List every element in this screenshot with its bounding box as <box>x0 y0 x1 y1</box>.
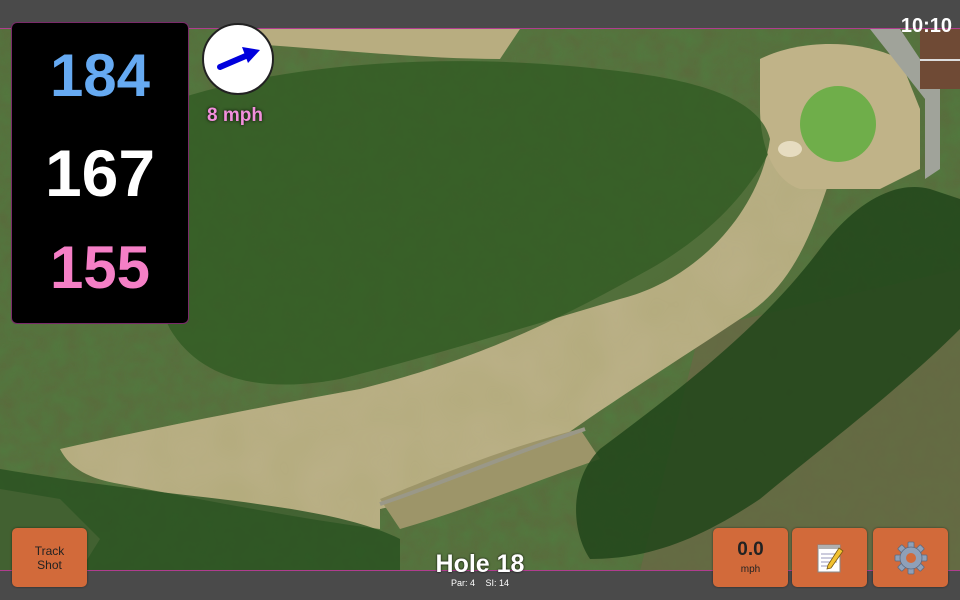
track-shot-button[interactable]: Track Shot <box>12 528 87 587</box>
track-shot-label: Track Shot <box>34 543 65 572</box>
scorecard-button[interactable] <box>792 528 867 587</box>
hole-info: Par: 4 SI: 14 <box>380 578 580 588</box>
front-yardage: 155 <box>49 234 151 301</box>
par-label: Par: 4 <box>450 578 475 588</box>
speed-value: 0.0 <box>737 539 764 560</box>
speed-button[interactable]: 0.0 mph <box>713 528 788 587</box>
wind-speed-label: 8 mph <box>207 105 263 126</box>
speed-unit: mph <box>740 564 761 575</box>
center-yardage: 167 <box>44 136 156 210</box>
wind-indicator <box>202 23 274 95</box>
hole-title: Hole 18 <box>435 550 525 578</box>
yardage-panel: 184 167 155 <box>11 22 189 324</box>
back-yardage: 184 <box>49 42 151 109</box>
notepad-icon <box>817 544 844 572</box>
wind-arrow-icon <box>217 47 260 70</box>
stroke-index-label: SI: 14 <box>485 578 510 588</box>
status-time: 10:10 <box>900 15 952 37</box>
settings-button[interactable] <box>873 528 948 587</box>
gear-icon <box>894 541 927 574</box>
